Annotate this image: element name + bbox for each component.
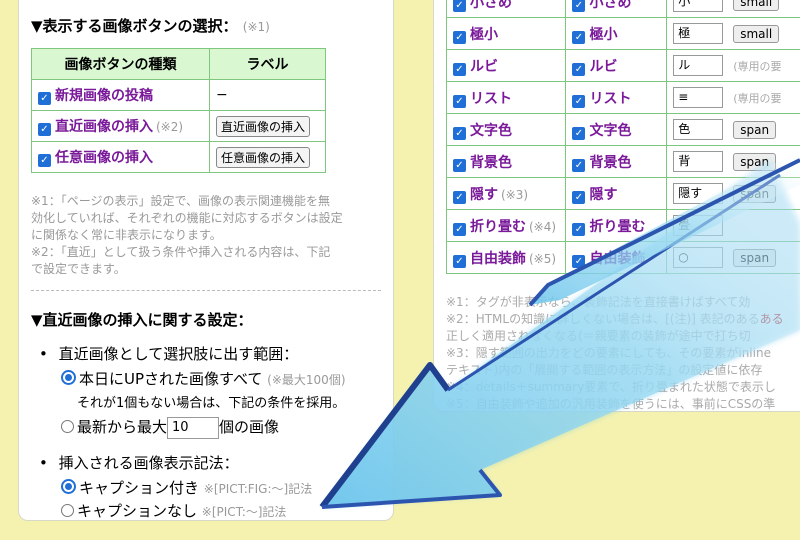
pointer-arrow-icon [319, 150, 800, 509]
